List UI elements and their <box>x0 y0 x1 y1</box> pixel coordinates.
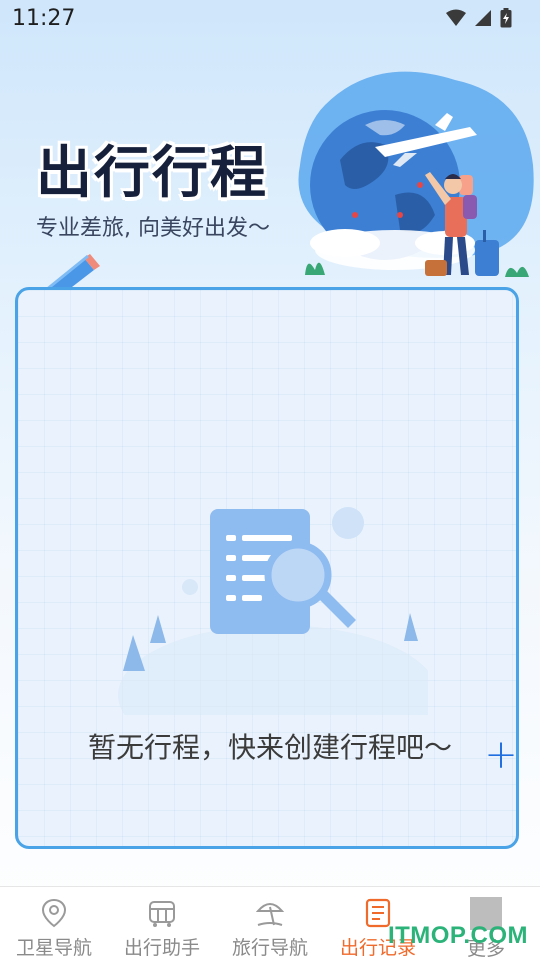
status-icons <box>446 8 512 28</box>
nav-label: 旅行导航 <box>231 937 308 959</box>
map-pin-icon <box>41 898 67 928</box>
battery-icon <box>500 8 512 28</box>
nav-label: 出行助手 <box>123 937 200 959</box>
status-time: 11:27 <box>12 6 76 31</box>
beach-umbrella-icon <box>255 903 285 926</box>
empty-document-illustration <box>118 507 428 715</box>
signal-icon <box>475 10 491 26</box>
page-title: 出行行程 <box>36 141 268 206</box>
add-itinerary-button[interactable]: + <box>484 735 518 775</box>
nav-item-travel-assistant[interactable]: 出行助手 <box>108 887 216 961</box>
watermark: ITMOP.COM <box>387 922 528 949</box>
bus-icon <box>149 901 175 927</box>
page-subtitle: 专业差旅, 向美好出发～ <box>36 216 270 241</box>
nav-item-travel-navigation[interactable]: 旅行导航 <box>216 887 324 961</box>
travel-globe-illustration <box>298 71 534 277</box>
empty-state-message: 暂无行程，快来创建行程吧～ <box>87 731 452 764</box>
nav-item-satellite-navigation[interactable]: 卫星导航 <box>0 887 108 961</box>
nav-label: 卫星导航 <box>15 937 92 959</box>
wifi-icon <box>446 9 466 26</box>
status-bar: 11:27 <box>0 0 540 40</box>
